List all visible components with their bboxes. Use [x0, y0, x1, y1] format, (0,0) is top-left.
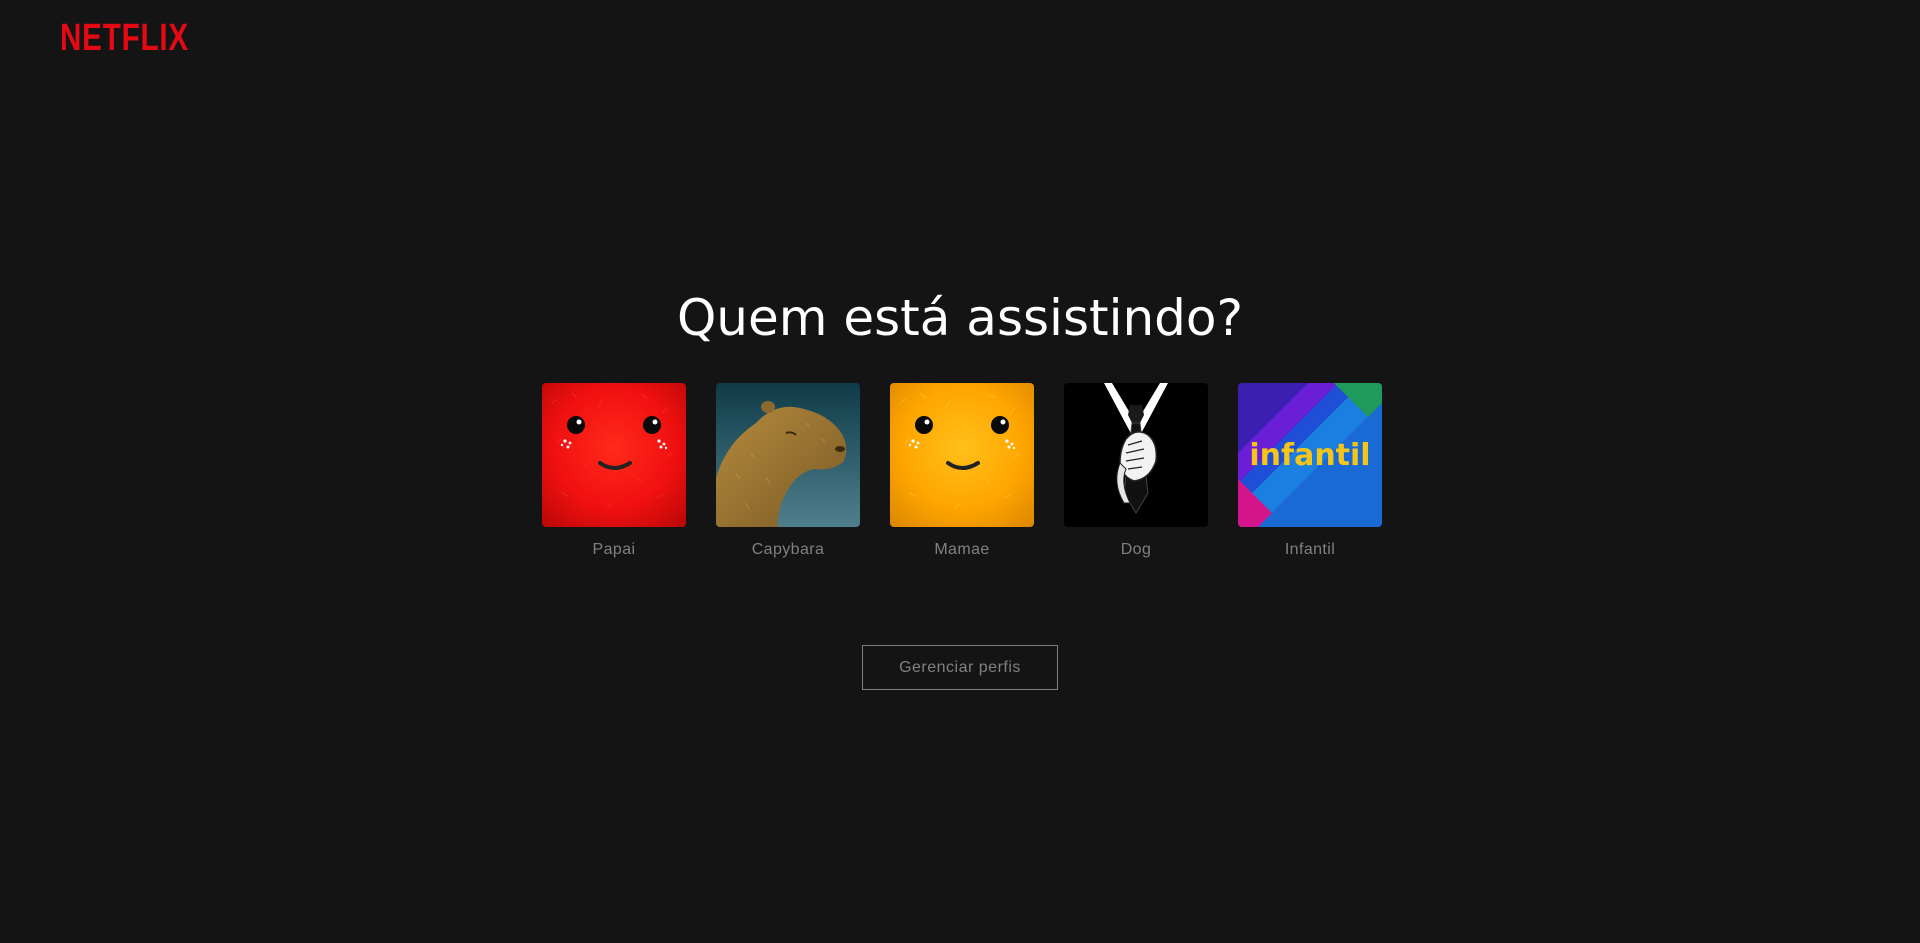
profile-name: Papai: [592, 541, 636, 558]
profile-infantil[interactable]: infantil Infantil: [1238, 383, 1382, 560]
profile-papai[interactable]: Papai: [542, 383, 686, 560]
profile-name: Mamae: [934, 541, 990, 558]
kids-avatar[interactable]: infantil: [1238, 383, 1382, 527]
yellow-fuzzy-smile-avatar[interactable]: [890, 383, 1034, 527]
profile-list: Papai Capybara Mamae Dog infantil Infant…: [542, 383, 1382, 560]
kids-avatar-text: infantil: [1249, 438, 1370, 473]
suit-tie-avatar[interactable]: [1064, 383, 1208, 527]
profile-name: Dog: [1120, 541, 1152, 558]
netflix-logo[interactable]: NETFLIX: [60, 18, 189, 58]
profile-capybara[interactable]: Capybara: [716, 383, 860, 560]
profile-name: Capybara: [751, 541, 825, 558]
profile-name: Infantil: [1284, 541, 1336, 558]
profile-dog[interactable]: Dog: [1064, 383, 1208, 560]
capybara-avatar[interactable]: [716, 383, 860, 527]
manage-profiles-button[interactable]: Gerenciar perfis: [862, 645, 1058, 690]
page-title: Quem está assistindo?: [676, 289, 1244, 347]
profile-mamae[interactable]: Mamae: [890, 383, 1034, 560]
red-fuzzy-smile-avatar[interactable]: [542, 383, 686, 527]
profile-gate-page: NETFLIX Quem está assistindo? Papai Capy…: [0, 0, 1920, 943]
